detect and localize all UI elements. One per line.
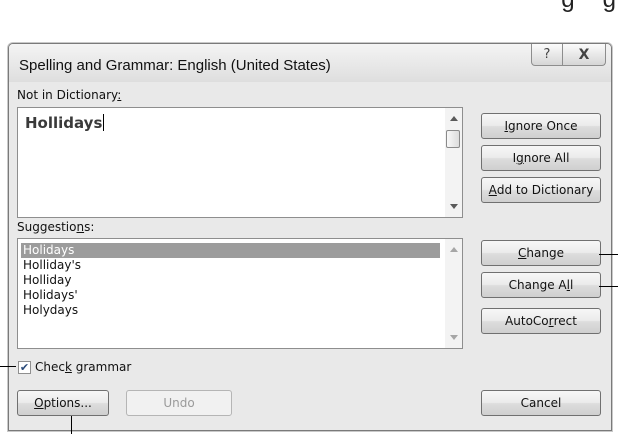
callout-line-check-grammar — [0, 366, 16, 367]
scroll-up-arrow-icon[interactable] — [450, 116, 458, 121]
scroll-down-arrow-icon[interactable] — [450, 204, 458, 209]
spelling-grammar-dialog: Spelling and Grammar: English (United St… — [8, 43, 612, 431]
cancel-button[interactable]: Cancel — [481, 390, 601, 416]
ignore-all-button[interactable]: Ig nore All — [481, 145, 601, 171]
suggestion-item[interactable]: Holydays — [21, 303, 440, 318]
close-button[interactable]: X — [562, 44, 606, 66]
change-all-button[interactable]: Change All — [481, 272, 601, 298]
options-button[interactable]: Options... — [17, 390, 109, 416]
misspelled-word[interactable]: Hollidays — [25, 114, 105, 132]
text-caret — [103, 114, 105, 131]
check-grammar-label[interactable]: Check grammar — [35, 360, 131, 374]
suggestion-item[interactable]: Holliday — [21, 273, 440, 288]
check-grammar-checkbox[interactable]: ✔ — [18, 361, 31, 374]
suggestion-item[interactable]: Holliday's — [21, 258, 440, 273]
ignore-once-button[interactable]: Ignore Once — [481, 113, 601, 139]
dialog-title: Spelling and Grammar: English (United St… — [19, 57, 331, 74]
suggestion-item[interactable]: Holidays — [21, 243, 440, 258]
background-document-text: gg — [561, 0, 616, 14]
not-in-dictionary-textbox[interactable]: Hollidays — [17, 107, 463, 218]
not-in-dictionary-scrollbar[interactable] — [445, 108, 462, 217]
change-button[interactable]: Change — [481, 240, 601, 266]
scroll-up-arrow-icon[interactable] — [450, 247, 458, 252]
close-icon: X — [578, 46, 590, 63]
title-bar: Spelling and Grammar: English (United St… — [9, 44, 611, 82]
scroll-thumb[interactable] — [446, 130, 460, 148]
help-icon: ? — [543, 47, 551, 62]
help-button[interactable]: ? — [531, 44, 563, 66]
add-to-dictionary-button[interactable]: Add to Dictionary — [481, 177, 601, 203]
callout-line-change-all — [599, 286, 618, 287]
not-in-dictionary-label: Not in Dictionary: — [17, 88, 122, 102]
autocorrect-button[interactable]: AutoCo r rect — [481, 308, 601, 334]
checkmark-icon: ✔ — [19, 361, 30, 374]
suggestions-listbox[interactable]: Holidays Holliday's Holliday Holidays' H… — [17, 238, 463, 349]
suggestions-scrollbar[interactable] — [445, 239, 462, 348]
suggestion-item[interactable]: Holidays' — [21, 288, 440, 303]
scroll-down-arrow-icon[interactable] — [450, 335, 458, 340]
callout-line-change — [599, 254, 618, 255]
suggestions-label: Suggestions: — [17, 220, 95, 234]
callout-line-options — [71, 416, 72, 434]
undo-button[interactable]: Undo — [126, 390, 232, 416]
